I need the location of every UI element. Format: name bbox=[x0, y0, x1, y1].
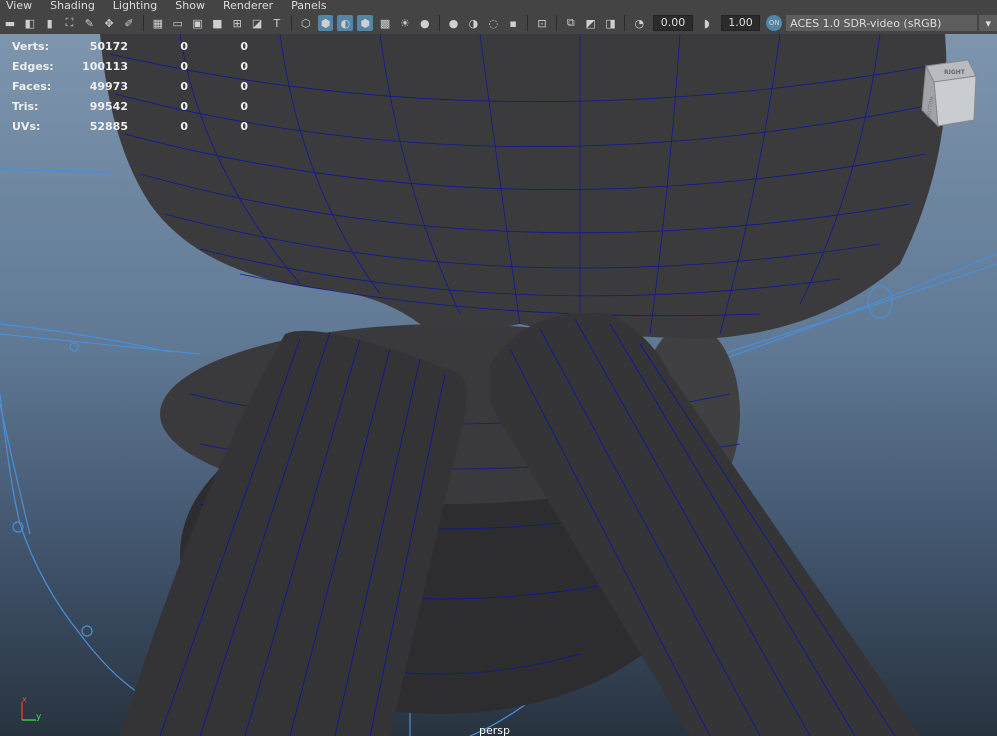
hud-label: UVs: bbox=[12, 119, 41, 133]
poly-count-hud: Verts: 50172 0 0 Edges: 100113 0 0 Faces… bbox=[12, 36, 248, 136]
hud-row-tris: Tris: 99542 0 0 bbox=[12, 96, 248, 116]
exposure-icon[interactable]: ◔ bbox=[631, 15, 647, 31]
hud-row-uvs: UVs: 52885 0 0 bbox=[12, 116, 248, 136]
backface-culling-icon[interactable]: ◨ bbox=[603, 15, 619, 31]
axis-indicator: x y bbox=[21, 695, 42, 722]
toolbar-divider bbox=[290, 15, 292, 31]
color-management-icon[interactable]: ON bbox=[766, 15, 783, 31]
view-cube-face-label: RIGHT bbox=[944, 69, 966, 76]
hud-row-faces: Faces: 49973 0 0 bbox=[12, 76, 248, 96]
wireframe-on-shaded-icon[interactable]: ◐ bbox=[337, 15, 354, 31]
toolbar-divider bbox=[527, 15, 529, 31]
hud-total: 99542 bbox=[89, 99, 128, 113]
field-chart-icon[interactable]: ⊞ bbox=[229, 15, 245, 31]
hud-uv-shell: 0 bbox=[240, 79, 248, 93]
grid-icon[interactable]: ▦ bbox=[150, 15, 166, 31]
viewport-3d[interactable]: Verts: 50172 0 0 Edges: 100113 0 0 Faces… bbox=[0, 34, 997, 736]
menu-shading[interactable]: Shading bbox=[44, 0, 95, 12]
hud-label: Edges: bbox=[12, 59, 54, 73]
hud-uv-shell: 0 bbox=[240, 39, 248, 53]
film-gate-icon[interactable]: ▭ bbox=[170, 15, 186, 31]
gate-mask-icon[interactable]: ■ bbox=[209, 15, 225, 31]
xray-active-icon[interactable]: ◩ bbox=[583, 15, 599, 31]
menu-lighting[interactable]: Lighting bbox=[107, 0, 157, 12]
default-material-icon[interactable]: ⬢ bbox=[357, 15, 374, 31]
depth-of-field-icon[interactable]: ▪ bbox=[505, 15, 521, 31]
toolbar-divider bbox=[142, 15, 144, 31]
hud-total: 52885 bbox=[89, 119, 128, 133]
toolbar-divider bbox=[624, 15, 626, 31]
wireframe-icon[interactable]: ⬡ bbox=[298, 15, 314, 31]
axis-y-label: y bbox=[36, 712, 42, 722]
color-space-dropdown[interactable]: ACES 1.0 SDR-video (sRGB) bbox=[786, 15, 978, 31]
resolution-gate-icon[interactable]: ▣ bbox=[190, 15, 206, 31]
grease-pencil-icon[interactable]: ✎ bbox=[81, 15, 97, 31]
hud-label: Tris: bbox=[12, 99, 39, 113]
hud-row-verts: Verts: 50172 0 0 bbox=[12, 36, 248, 56]
anti-aliasing-icon[interactable]: ◌ bbox=[485, 15, 501, 31]
xray-joints-icon[interactable]: ⧉ bbox=[563, 15, 579, 31]
panel-menu-bar: View Shading Lighting Show Renderer Pane… bbox=[0, 0, 997, 12]
2d-pan-zoom-icon[interactable]: ✥ bbox=[101, 15, 117, 31]
toolbar-divider bbox=[438, 15, 440, 31]
hud-label: Verts: bbox=[12, 39, 50, 53]
hud-selected: 0 bbox=[180, 59, 188, 73]
hud-label: Faces: bbox=[12, 79, 52, 93]
hud-uv-shell: 0 bbox=[240, 59, 248, 73]
chevron-down-icon[interactable]: ▾ bbox=[979, 15, 997, 31]
select-camera-icon[interactable]: ▬ bbox=[2, 15, 18, 31]
axis-x-label: x bbox=[22, 695, 27, 704]
hud-selected: 0 bbox=[180, 119, 188, 133]
hud-total: 49973 bbox=[89, 79, 128, 93]
safe-action-icon[interactable]: ◪ bbox=[249, 15, 265, 31]
isolate-select-icon[interactable]: ⊡ bbox=[534, 15, 550, 31]
hud-selected: 0 bbox=[180, 39, 188, 53]
toolbar-divider bbox=[555, 15, 557, 31]
hud-uv-shell: 0 bbox=[240, 119, 248, 133]
hud-row-edges: Edges: 100113 0 0 bbox=[12, 56, 248, 76]
xray-icon[interactable]: ▩ bbox=[377, 15, 393, 31]
camera-attributes-icon[interactable]: ◧ bbox=[22, 15, 38, 31]
hud-selected: 0 bbox=[180, 79, 188, 93]
hud-total: 50172 bbox=[89, 39, 128, 53]
paint-icon[interactable]: ✐ bbox=[121, 15, 137, 31]
menu-renderer[interactable]: Renderer bbox=[217, 0, 273, 12]
menu-panels[interactable]: Panels bbox=[285, 0, 326, 12]
menu-view[interactable]: View bbox=[0, 0, 32, 12]
gamma-icon[interactable]: ◗ bbox=[699, 15, 715, 31]
exposure-field[interactable]: 0.00 bbox=[653, 15, 693, 31]
gamma-field[interactable]: 1.00 bbox=[720, 15, 761, 31]
safe-title-icon[interactable]: T bbox=[269, 15, 285, 31]
image-plane-icon[interactable]: ⛶ bbox=[62, 15, 78, 31]
scene-render bbox=[0, 34, 997, 736]
bookmark-icon[interactable]: ▮ bbox=[42, 15, 58, 31]
smooth-shade-icon[interactable]: ⬢ bbox=[317, 15, 334, 31]
view-cube[interactable]: RIGHT BOTTOM bbox=[918, 58, 978, 128]
menu-show[interactable]: Show bbox=[169, 0, 205, 12]
shadows-icon[interactable]: ● bbox=[417, 15, 433, 31]
ambient-occlusion-icon[interactable]: ● bbox=[446, 15, 462, 31]
camera-name-label: persp bbox=[479, 724, 510, 736]
hud-uv-shell: 0 bbox=[240, 99, 248, 113]
panel-toolbar: ▬ ◧ ▮ ⛶ ✎ ✥ ✐ ▦ ▭ ▣ ■ ⊞ ◪ T ⬡ ⬢ ◐ ⬢ ▩ ☀ … bbox=[0, 12, 997, 34]
hud-selected: 0 bbox=[180, 99, 188, 113]
use-all-lights-icon[interactable]: ☀ bbox=[397, 15, 413, 31]
motion-blur-icon[interactable]: ◑ bbox=[466, 15, 482, 31]
color-space-label: ACES 1.0 SDR-video (sRGB) bbox=[790, 16, 942, 30]
hud-total: 100113 bbox=[82, 59, 128, 73]
